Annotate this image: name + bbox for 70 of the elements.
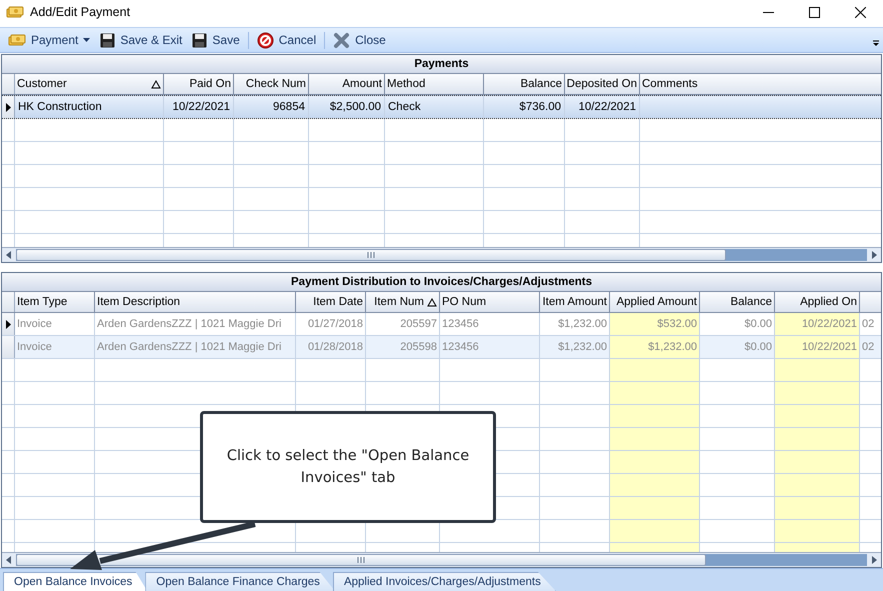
column-header[interactable]: Check Num: [234, 74, 309, 94]
corner-header: [2, 292, 15, 312]
table-cell: Invoice: [15, 336, 95, 358]
column-header[interactable]: Applied Amount: [610, 292, 700, 312]
toolbar-button[interactable]: Save: [188, 30, 244, 50]
window-title: Add/Edit Payment: [30, 5, 132, 19]
close-icon[interactable]: [854, 6, 866, 18]
toolbar-button[interactable]: Payment: [4, 31, 94, 49]
tab[interactable]: Open Balance Finance Charges: [145, 572, 335, 591]
table-cell: Arden GardensZZZ | 1021 Maggie Dri: [95, 313, 296, 335]
close-icon: [333, 32, 350, 48]
toolbar-button[interactable]: Cancel: [252, 30, 320, 50]
table-cell: 02: [860, 336, 883, 358]
callout-text: Click to select the "Open Balance Invoices" tab: [226, 447, 470, 488]
sort-triangle-icon: [427, 298, 437, 306]
column-header[interactable]: Comments: [640, 74, 883, 94]
table-cell: 96854: [234, 96, 309, 118]
scrollbar-thumb[interactable]: [16, 554, 706, 566]
column-header[interactable]: Item Type: [15, 292, 95, 312]
tab[interactable]: Open Balance Invoices: [3, 572, 148, 591]
table-cell: 205598: [366, 336, 440, 358]
column-header[interactable]: Customer: [15, 74, 164, 94]
money-icon: [6, 5, 24, 19]
column-header[interactable]: Item Date: [296, 292, 366, 312]
column-header[interactable]: PO Num: [440, 292, 540, 312]
table-cell: Check: [385, 96, 484, 118]
maximize-icon[interactable]: [808, 6, 820, 18]
column-header[interactable]: Item Amount: [540, 292, 610, 312]
column-header[interactable]: Applied On: [775, 292, 860, 312]
row-pointer-icon: [6, 320, 10, 328]
column-header[interactable]: Balance: [484, 74, 565, 94]
toolbar-button[interactable]: Close: [329, 30, 390, 50]
money-icon: [8, 33, 26, 47]
table-cell: 01/28/2018: [296, 336, 366, 358]
column-header[interactable]: Method: [385, 74, 484, 94]
table-cell: Arden GardensZZZ | 1021 Maggie Dri: [95, 336, 296, 358]
scrollbar-thumb[interactable]: [16, 249, 726, 261]
table-cell: 123456: [440, 313, 540, 335]
table-cell: 02: [860, 313, 883, 335]
column-header[interactable]: Item Description: [95, 292, 296, 312]
table-cell: $532.00: [610, 313, 700, 335]
grid-title: Payment Distribution to Invoices/Charges/Adjustments: [2, 273, 881, 292]
table-cell: $2,500.00: [309, 96, 385, 118]
no-entry-icon: [256, 32, 274, 48]
column-header[interactable]: Balance: [700, 292, 775, 312]
toolbar-button[interactable]: Save & Exit: [96, 30, 186, 50]
column-header[interactable]: Paid On: [164, 74, 234, 94]
row-pointer-icon: [6, 102, 10, 112]
row-header[interactable]: [2, 313, 15, 335]
sort-triangle-icon: [151, 80, 161, 88]
table-cell: 01/27/2018: [296, 313, 366, 335]
table-cell: 10/22/2021: [775, 336, 860, 358]
table-cell: 123456: [440, 336, 540, 358]
table-cell: 10/22/2021: [565, 96, 640, 118]
table-cell: HK Construction: [15, 96, 164, 118]
table-cell: $736.00: [484, 96, 565, 118]
tab[interactable]: Applied Invoices/Charges/Adjustments: [332, 572, 556, 591]
dropdown-caret-icon: [83, 38, 90, 42]
table-cell: 10/22/2021: [775, 313, 860, 335]
table-cell: $1,232.00: [610, 336, 700, 358]
table-cell: 205597: [366, 313, 440, 335]
table-cell: 10/22/2021: [164, 96, 234, 118]
column-header[interactable]: Amount: [309, 74, 385, 94]
column-header[interactable]: Item Num: [366, 292, 440, 312]
corner-header: [2, 74, 15, 94]
grid-title: Payments: [2, 55, 881, 74]
row-header[interactable]: [2, 96, 15, 118]
table-row[interactable]: HK Construction 10/22/2021 96854 $2,500.00 Check $736.00 10/22/2021: [2, 95, 881, 119]
column-header[interactable]: Deposited On: [565, 74, 640, 94]
table-cell: Invoice: [15, 313, 95, 335]
